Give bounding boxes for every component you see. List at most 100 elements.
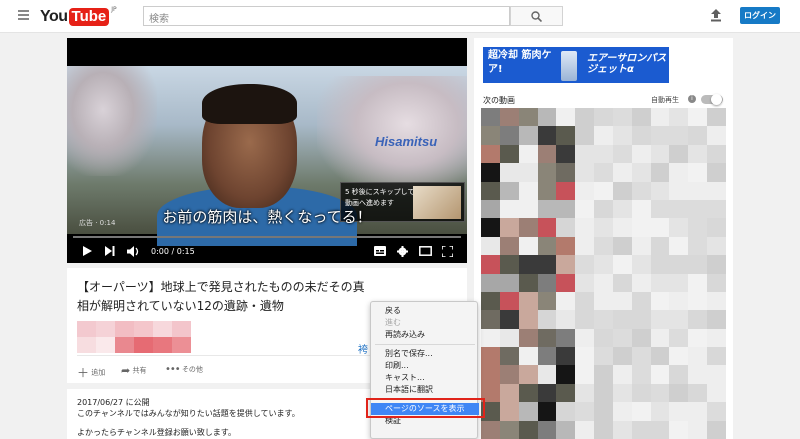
- more-label: その他: [181, 365, 203, 374]
- context-menu-translate[interactable]: 日本語に翻訳: [371, 384, 479, 396]
- publish-date: 2017/06/27 に公開: [77, 398, 150, 407]
- mosaic-cell: [612, 347, 632, 366]
- next-icon[interactable]: [105, 246, 115, 256]
- fullscreen-icon[interactable]: [442, 246, 453, 257]
- mosaic-cell: [537, 163, 557, 182]
- mosaic-cell: [669, 420, 689, 439]
- play-icon[interactable]: [83, 246, 92, 256]
- search-icon: [531, 11, 542, 22]
- mosaic-cell: [688, 273, 708, 292]
- mosaic-cell: [688, 310, 708, 329]
- login-button[interactable]: ログイン: [740, 7, 780, 24]
- youtube-logo[interactable]: You Tube JP: [40, 6, 117, 26]
- mosaic-cell: [612, 218, 632, 237]
- mosaic-cell: [707, 310, 726, 329]
- mosaic-cell: [688, 347, 708, 366]
- mosaic-cell: [631, 402, 651, 421]
- mosaic-cell: [612, 365, 632, 384]
- mosaic-cell: [499, 218, 519, 237]
- mosaic-cell: [575, 255, 595, 274]
- autoplay-toggle[interactable]: [701, 94, 723, 105]
- mosaic-cell: [537, 199, 557, 219]
- search-input[interactable]: 検索: [143, 6, 510, 26]
- mosaic-cell: [499, 144, 519, 164]
- description-line-2: よかったらチャンネル登録お願い致します。: [77, 428, 236, 437]
- mosaic-cell: [650, 365, 670, 384]
- mosaic-cell: [575, 402, 595, 421]
- mosaic-cell: [631, 328, 651, 348]
- mosaic-cell: [650, 273, 670, 292]
- mosaic-cell: [688, 199, 708, 219]
- mosaic-cell: [499, 181, 519, 200]
- logo-region: JP: [111, 6, 117, 13]
- context-menu-back[interactable]: 戻る: [371, 305, 479, 317]
- mosaic-cell: [707, 383, 726, 403]
- mosaic-cell: [650, 163, 670, 182]
- recommended-videos-pixelated[interactable]: [481, 108, 726, 439]
- mosaic-cell: [688, 383, 708, 403]
- mosaic-cell: [650, 218, 670, 237]
- mosaic-cell: [481, 291, 500, 311]
- share-button[interactable]: ➦ 共有: [121, 364, 146, 377]
- mosaic-cell: [518, 347, 538, 366]
- channel-info-pixelated[interactable]: [77, 321, 191, 354]
- mosaic-cell: [594, 181, 613, 200]
- mosaic-cell: [612, 310, 632, 329]
- video-title: 【オーパーツ】地球上で発見されたものの未だその真相が解明されていない12の遺跡・…: [77, 280, 365, 313]
- context-menu-print[interactable]: 印刷...: [371, 360, 479, 372]
- search-button[interactable]: [510, 6, 563, 26]
- context-menu-cast[interactable]: キャスト...: [371, 372, 479, 384]
- mosaic-cell: [631, 199, 651, 219]
- mosaic-cell: [556, 144, 576, 164]
- subtitles-icon[interactable]: [374, 246, 386, 256]
- settings-gear-icon[interactable]: [397, 246, 408, 257]
- mosaic-cell: [669, 163, 689, 182]
- hamburger-menu-icon[interactable]: [18, 10, 29, 20]
- add-to-button[interactable]: ＋ 追加: [77, 364, 105, 381]
- mosaic-cell: [481, 347, 500, 366]
- volume-icon[interactable]: [127, 246, 140, 257]
- mosaic-cell: [612, 199, 632, 219]
- more-button[interactable]: ••• その他: [165, 364, 203, 375]
- mosaic-cell: [518, 291, 538, 311]
- mosaic-cell: [669, 310, 689, 329]
- mosaic-cell: [556, 402, 576, 421]
- mosaic-cell: [631, 218, 651, 237]
- mosaic-cell: [669, 181, 689, 200]
- mosaic-cell: [537, 310, 557, 329]
- mosaic-cell: [707, 328, 726, 348]
- mosaic-cell: [631, 310, 651, 329]
- mosaic-cell: [575, 144, 595, 164]
- theater-mode-icon[interactable]: [419, 246, 432, 256]
- mosaic-cell: [631, 126, 651, 145]
- info-icon[interactable]: i: [688, 95, 696, 103]
- mosaic-cell: [669, 291, 689, 311]
- share-label: 共有: [132, 366, 147, 375]
- mosaic-cell: [707, 144, 726, 164]
- plus-icon: ＋: [77, 366, 90, 380]
- display-ad-banner[interactable]: 超冷却 筋肉ケア! エアーサロンパス ジェットα: [483, 47, 669, 83]
- logo-you-text: You: [40, 7, 68, 25]
- mosaic-cell: [688, 291, 708, 311]
- mosaic-cell: [518, 420, 538, 439]
- progress-bar[interactable]: [73, 236, 461, 238]
- mosaic-cell: [499, 108, 519, 127]
- mosaic-cell: [499, 310, 519, 329]
- mosaic-cell: [669, 236, 689, 256]
- mosaic-cell: [707, 347, 726, 366]
- mosaic-cell: [650, 236, 670, 256]
- mosaic-cell: [518, 328, 538, 348]
- mosaic-cell: [537, 255, 557, 274]
- mosaic-cell: [518, 108, 538, 127]
- context-menu-save-as[interactable]: 別名で保存...: [371, 348, 479, 360]
- video-player[interactable]: Hisamitsu 5 秒後にスキップして動画へ進めます お前の筋肉は、熱くなっ…: [67, 38, 467, 263]
- ad-caption: お前の筋肉は、熱くなってる！: [162, 208, 372, 226]
- subscriber-count-fragment[interactable]: 袴: [358, 341, 368, 356]
- context-menu-reload[interactable]: 再読み込み: [371, 329, 479, 341]
- mosaic-cell: [481, 108, 500, 127]
- mosaic-cell: [575, 236, 595, 256]
- mosaic-cell: [612, 328, 632, 348]
- mosaic-cell: [499, 126, 519, 145]
- upload-icon[interactable]: [710, 9, 722, 22]
- mosaic-cell: [556, 420, 576, 439]
